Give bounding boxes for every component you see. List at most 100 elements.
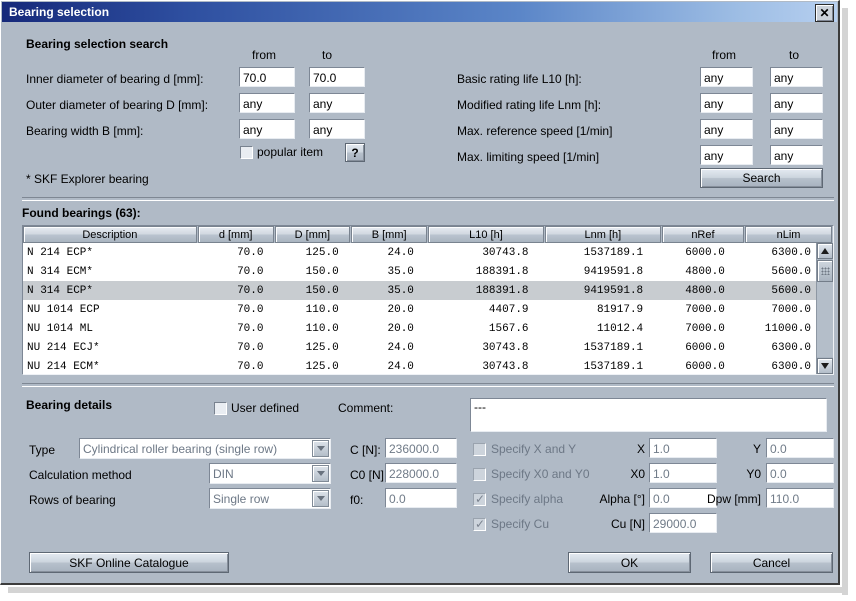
column-header-d-mm[interactable]: d [mm] [197, 226, 274, 243]
column-header-b-mm[interactable]: B [mm] [351, 226, 428, 243]
column-header-nlim[interactable]: nLim [745, 226, 833, 243]
cell-nlim: 7000.0 [771, 303, 812, 316]
popular-item-checkbox[interactable] [240, 146, 253, 159]
skf-online-catalogue-button[interactable]: SKF Online Catalogue [29, 552, 229, 573]
help-button[interactable]: ? [345, 143, 365, 162]
basic-rating-life-to-input[interactable] [770, 67, 823, 87]
table-vertical-scrollbar[interactable] [816, 243, 833, 374]
cell-description: NU 1014 ECP [27, 303, 100, 316]
modified-rating-life-label: Modified rating life Lnm [h]: [457, 98, 602, 112]
max-reference-speed-from-input[interactable] [700, 119, 753, 139]
alpha-label: Alpha [°] [599, 492, 646, 506]
column-header-lnm-h[interactable]: Lnm [h] [544, 226, 661, 243]
specify-cu-checkbox[interactable]: ✓ [473, 517, 486, 531]
bearing-width-label: Bearing width B [mm]: [26, 124, 144, 138]
table-row[interactable]: N 214 ECP* 70.0 125.0 24.0 30743.8 1537189.1 6… [23, 243, 817, 262]
specify-xy-label: Specify X and Y [491, 442, 577, 456]
cell-lnm: 81917.9 [596, 303, 644, 316]
inner-diameter-label: Inner diameter of bearing d [mm]: [26, 72, 204, 86]
cell-l10: 30743.8 [482, 341, 529, 354]
cu-label: Cu [N] [610, 517, 645, 531]
bearing-width-to-input[interactable] [309, 119, 365, 139]
results-heading: Found bearings (63): [22, 206, 141, 220]
f0-label: f0: [350, 493, 364, 507]
table-row[interactable]: NU 214 ECJ* 70.0 125.0 24.0 30743.8 1537189.1… [23, 338, 817, 357]
cell-nref: 7000.0 [685, 303, 725, 316]
table-row[interactable]: NU 214 ECM* 70.0 125.0 24.0 30743.8 1537189.1… [23, 357, 817, 374]
cell-l10: 188391.8 [475, 284, 529, 297]
cell-d: 125.0 [305, 341, 339, 354]
y0-input[interactable] [766, 463, 834, 483]
search-button[interactable]: Search [700, 168, 823, 188]
scroll-up-icon[interactable] [817, 243, 833, 259]
cell-description: NU 214 ECM* [27, 360, 100, 373]
cell-l10: 30743.8 [482, 246, 529, 259]
chevron-down-icon[interactable] [312, 440, 329, 457]
max-limiting-speed-to-input[interactable] [770, 145, 823, 165]
checkmark-icon: ✓ [475, 492, 486, 506]
specify-x0y0-checkbox[interactable] [473, 468, 486, 481]
cell-nlim: 6300.0 [771, 246, 812, 259]
close-icon[interactable]: ✕ [815, 4, 834, 22]
cell-b: 20.0 [387, 303, 414, 316]
specify-xy-checkbox[interactable] [473, 443, 486, 456]
user-defined-checkbox[interactable] [214, 402, 227, 415]
type-label: Type [29, 443, 56, 457]
table-row[interactable]: NU 1014 ML 70.0 110.0 20.0 1567.6 11012.4 7000… [23, 319, 817, 338]
table-row[interactable]: NU 1014 ECP 70.0 110.0 20.0 4407.9 81917.9 700… [23, 300, 817, 319]
specify-x0y0-label: Specify X0 and Y0 [491, 467, 590, 481]
table-row[interactable]: N 314 ECP* 70.0 150.0 35.0 188391.8 9419591.8… [23, 281, 817, 300]
cell-nref: 6000.0 [685, 341, 725, 354]
column-header-l10-h[interactable]: L10 [h] [428, 226, 544, 243]
cell-lnm: 1537189.1 [583, 360, 644, 373]
cell-d: 70.0 [237, 360, 264, 373]
calculation-method-dropdown[interactable]: DIN [209, 463, 331, 484]
x0-input[interactable] [649, 463, 717, 483]
scroll-down-icon[interactable] [817, 358, 833, 374]
specify-alpha-checkbox[interactable]: ✓ [473, 492, 486, 506]
f0-input[interactable] [385, 488, 457, 508]
c0-input[interactable] [385, 463, 457, 483]
scrollbar-thumb[interactable] [817, 260, 833, 282]
cell-nlim: 6300.0 [771, 341, 812, 354]
cancel-button[interactable]: Cancel [710, 552, 833, 573]
c-input[interactable] [385, 438, 457, 458]
modified-rating-life-from-input[interactable] [700, 93, 753, 113]
cell-d: 110.0 [305, 303, 339, 316]
table-row[interactable]: N 314 ECM* 70.0 150.0 35.0 188391.8 9419591.8… [23, 262, 817, 281]
cell-description: N 314 ECM* [27, 265, 94, 278]
inner-diameter-from-input[interactable] [239, 67, 295, 87]
y-input[interactable] [766, 438, 834, 458]
column-header-d-mm[interactable]: D [mm] [274, 226, 351, 243]
column-header-nref[interactable]: nRef [661, 226, 745, 243]
y0-label: Y0 [746, 467, 761, 481]
inner-diameter-to-input[interactable] [309, 67, 365, 87]
x-input[interactable] [649, 438, 717, 458]
rows-of-bearing-dropdown[interactable]: Single row [209, 488, 331, 509]
outer-diameter-to-input[interactable] [309, 93, 365, 113]
type-dropdown[interactable]: Cylindrical roller bearing (single row) [79, 438, 331, 459]
cell-b: 24.0 [387, 341, 414, 354]
dpw-input[interactable] [766, 488, 834, 508]
chevron-down-icon[interactable] [312, 465, 329, 482]
ok-button[interactable]: OK [568, 552, 691, 573]
scrollbar-trough[interactable] [817, 282, 833, 357]
basic-rating-life-from-input[interactable] [700, 67, 753, 87]
cell-nlim: 5600.0 [771, 265, 812, 278]
outer-diameter-from-input[interactable] [239, 93, 295, 113]
cell-l10: 30743.8 [482, 360, 529, 373]
modified-rating-life-to-input[interactable] [770, 93, 823, 113]
rows-of-bearing-label: Rows of bearing [29, 493, 116, 507]
scrollbar-grip-icon [821, 267, 830, 275]
comment-input[interactable]: --- [470, 398, 827, 432]
max-limiting-speed-from-input[interactable] [700, 145, 753, 165]
checkmark-icon: ✓ [475, 517, 486, 531]
column-header-description[interactable]: Description [23, 226, 197, 243]
table-body: N 214 ECP* 70.0 125.0 24.0 30743.8 1537189.1 6… [23, 243, 817, 374]
bearing-width-from-input[interactable] [239, 119, 295, 139]
max-reference-speed-to-input[interactable] [770, 119, 823, 139]
cell-nref: 6000.0 [685, 360, 725, 373]
chevron-down-icon[interactable] [312, 490, 329, 507]
cell-description: NU 214 ECJ* [27, 341, 100, 354]
cu-input[interactable] [649, 513, 717, 533]
